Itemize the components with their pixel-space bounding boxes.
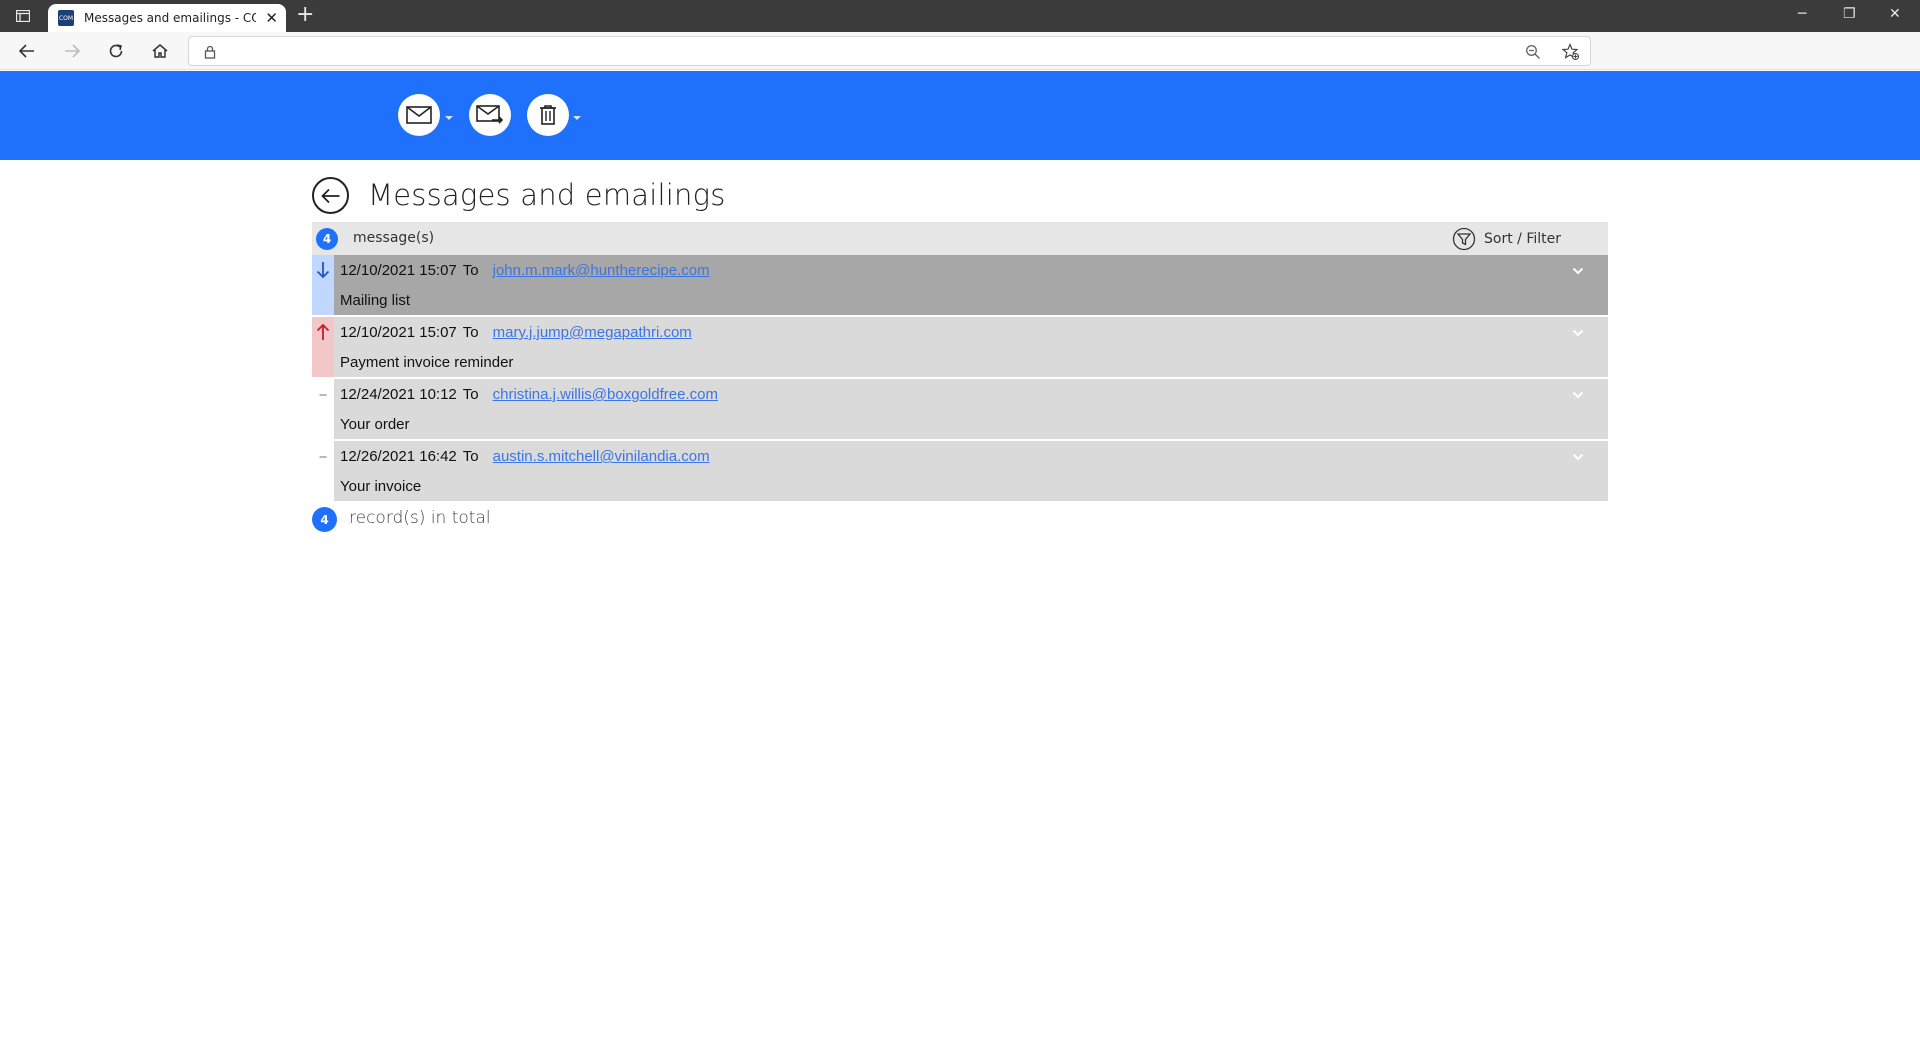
dash-icon <box>319 456 327 458</box>
delete-button[interactable] <box>527 94 569 136</box>
sort-filter-label: Sort / Filter <box>1484 231 1561 247</box>
reload-icon <box>109 44 123 58</box>
home-button[interactable] <box>148 39 172 63</box>
page-title: Messages and emailings <box>368 178 726 212</box>
recipient-email-link[interactable]: john.m.mark@huntherecipe.com <box>493 262 710 279</box>
chevron-down-icon[interactable] <box>1570 387 1586 403</box>
address-bar[interactable] <box>188 36 1591 66</box>
arrow-left-icon <box>18 44 34 58</box>
forward-nav-button[interactable] <box>60 39 84 63</box>
arrow-left-icon <box>320 188 339 203</box>
recipient-email-link[interactable]: austin.s.mitchell@vinilandia.com <box>493 448 710 465</box>
favorites-star-icon[interactable] <box>1562 43 1580 61</box>
list-header: 4 message(s) Sort / Filter <box>312 222 1608 255</box>
records-count-badge: 4 <box>312 507 337 532</box>
back-nav-button[interactable] <box>15 39 39 63</box>
close-window-icon[interactable]: ✕ <box>1889 6 1901 22</box>
message-subject: Your order <box>340 416 410 433</box>
chevron-down-icon[interactable] <box>1570 263 1586 279</box>
new-message-dropdown-icon[interactable] <box>445 116 453 120</box>
favicon-text: COM <box>58 14 74 22</box>
new-tab-button[interactable]: + <box>296 2 314 27</box>
message-row[interactable]: 12/10/2021 15:07 To john.m.mark@hunthereci… <box>312 255 1608 315</box>
reload-button[interactable] <box>104 39 128 63</box>
new-message-button[interactable] <box>398 94 440 136</box>
tab-close-icon[interactable]: ✕ <box>265 9 278 27</box>
envelope-icon <box>406 106 432 124</box>
message-count-label: message(s) <box>353 230 435 246</box>
zoom-out-icon[interactable] <box>1524 43 1542 61</box>
message-subject: Mailing list <box>340 292 411 309</box>
to-label: To <box>462 262 479 279</box>
restore-icon[interactable]: ❐ <box>1843 6 1856 22</box>
dash-icon <box>319 394 327 396</box>
sort-filter-button[interactable]: Sort / Filter <box>1452 225 1561 253</box>
message-date: 12/10/2021 15:07 <box>340 262 457 279</box>
minimize-icon[interactable]: ─ <box>1798 6 1806 22</box>
records-total-label: record(s) in total <box>349 508 491 528</box>
browser-toolbar <box>0 32 1920 70</box>
page-back-button[interactable] <box>312 177 349 214</box>
recipient-email-link[interactable]: christina.j.willis@boxgoldfree.com <box>493 386 718 403</box>
chevron-down-icon[interactable] <box>1570 449 1586 465</box>
arrow-down-icon <box>316 262 330 279</box>
chevron-down-icon[interactable] <box>1570 325 1586 341</box>
delete-dropdown-icon[interactable] <box>573 116 581 120</box>
incoming-marker <box>312 255 334 315</box>
envelope-forward-icon <box>476 105 504 124</box>
arrow-up-icon <box>316 323 330 340</box>
browser-tab[interactable]: COM Messages and emailings - COM- ✕ <box>48 4 286 32</box>
to-label: To <box>462 324 479 341</box>
message-row[interactable]: 12/26/2021 16:42 To austin.s.mitchell@vini… <box>312 441 1608 501</box>
message-date: 12/24/2021 10:12 <box>340 386 457 403</box>
to-label: To <box>462 448 479 465</box>
recipient-email-link[interactable]: mary.j.jump@megapathri.com <box>493 324 692 341</box>
app-header <box>0 71 1920 160</box>
browser-titlebar: COM Messages and emailings - COM- ✕ + ─ … <box>0 0 1920 32</box>
outgoing-marker <box>312 317 334 377</box>
window-menu-icon[interactable] <box>14 8 32 24</box>
site-favicon-icon: COM <box>58 10 74 26</box>
message-row[interactable]: 12/24/2021 10:12 To christina.j.willis@box… <box>312 379 1608 439</box>
tab-title: Messages and emailings - COM- <box>84 11 256 25</box>
message-count-badge: 4 <box>316 228 338 250</box>
no-direction-marker <box>312 441 334 501</box>
message-row[interactable]: 12/10/2021 15:07 To mary.j.jump@megapathri… <box>312 317 1608 377</box>
message-date: 12/10/2021 15:07 <box>340 324 457 341</box>
message-date: 12/26/2021 16:42 <box>340 448 457 465</box>
arrow-right-icon <box>65 44 81 58</box>
lock-icon <box>201 43 219 61</box>
no-direction-marker <box>312 379 334 439</box>
home-icon <box>152 44 168 58</box>
message-subject: Payment invoice reminder <box>340 354 514 371</box>
to-label: To <box>462 386 479 403</box>
forward-message-button[interactable] <box>469 94 511 136</box>
trash-icon <box>540 105 556 125</box>
message-subject: Your invoice <box>340 478 422 495</box>
filter-funnel-icon <box>1452 227 1476 251</box>
